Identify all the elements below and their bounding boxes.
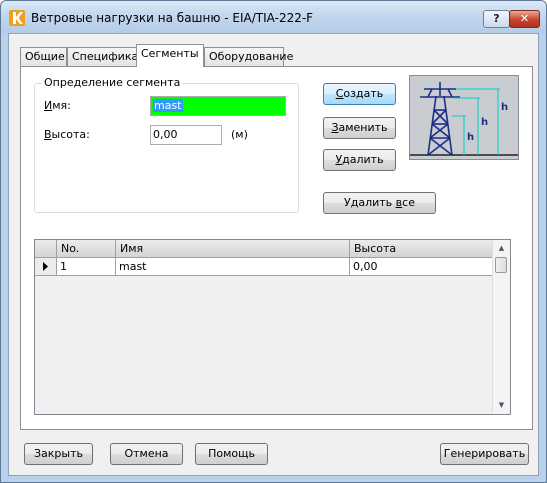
tab-segments[interactable]: Сегменты bbox=[136, 44, 204, 67]
close-icon: ✕ bbox=[519, 12, 530, 25]
scroll-up-icon[interactable]: ▲ bbox=[493, 240, 510, 257]
close-window-button[interactable]: ✕ bbox=[509, 10, 540, 28]
current-row-arrow-icon bbox=[43, 262, 48, 271]
column-header-no[interactable]: No. bbox=[57, 240, 116, 258]
segments-tab-panel: Определение сегмента Имя: mast Высота: 0… bbox=[20, 66, 533, 430]
help-title-button[interactable]: ? bbox=[483, 10, 510, 28]
tower-diagram-drawing: h h h bbox=[410, 76, 518, 159]
delete-button[interactable]: Удалить bbox=[323, 149, 396, 171]
help-button[interactable]: Помощь bbox=[195, 443, 268, 465]
table-cell-no[interactable]: 1 bbox=[57, 258, 116, 276]
table-corner-header bbox=[35, 240, 57, 258]
height-label-inner: h bbox=[467, 132, 474, 143]
title-bar[interactable]: Ветровые нагрузки на башню - EIA/TIA-222… bbox=[1, 1, 546, 33]
generate-button[interactable]: Генерировать bbox=[440, 443, 529, 465]
row-indicator[interactable] bbox=[35, 258, 57, 276]
height-label: Высота: bbox=[44, 128, 90, 141]
create-button[interactable]: Создать bbox=[323, 83, 396, 105]
segment-definition-group: Определение сегмента Имя: mast Высота: 0… bbox=[34, 76, 299, 213]
cancel-button[interactable]: Отмена bbox=[110, 443, 183, 465]
replace-button[interactable]: Заменить bbox=[323, 117, 396, 139]
segment-definition-title: Определение сегмента bbox=[42, 76, 183, 89]
table-cell-name[interactable]: mast bbox=[116, 258, 350, 276]
tab-general[interactable]: Общие bbox=[20, 47, 67, 67]
tower-diagram: h h h bbox=[409, 75, 519, 160]
name-input-value: mast bbox=[153, 99, 183, 112]
name-label: Имя: bbox=[44, 99, 71, 112]
close-button[interactable]: Закрыть bbox=[24, 443, 93, 465]
scroll-down-icon[interactable]: ▼ bbox=[493, 397, 510, 414]
scroll-thumb[interactable] bbox=[495, 257, 507, 273]
dialog-client-area: Общие Специфика Сегменты Оборудование Оп… bbox=[8, 33, 539, 476]
segments-table: No. Имя Высота 1 mast 0,00 ▲ ▼ bbox=[34, 239, 511, 415]
dialog-window: Ветровые нагрузки на башню - EIA/TIA-222… bbox=[0, 0, 547, 483]
tab-specifics[interactable]: Специфика bbox=[67, 47, 138, 67]
app-logo-icon bbox=[9, 10, 25, 26]
window-title: Ветровые нагрузки на башню - EIA/TIA-222… bbox=[31, 11, 314, 25]
height-label-middle: h bbox=[481, 117, 488, 128]
height-label-outer: h bbox=[501, 102, 508, 113]
height-input[interactable]: 0,00 bbox=[150, 125, 222, 145]
column-header-name[interactable]: Имя bbox=[116, 240, 350, 258]
height-unit-label: (м) bbox=[231, 128, 248, 141]
column-header-height[interactable]: Высота bbox=[350, 240, 495, 258]
name-input[interactable]: mast bbox=[150, 96, 286, 116]
tab-equipment[interactable]: Оборудование bbox=[204, 47, 293, 67]
table-vertical-scrollbar[interactable]: ▲ ▼ bbox=[492, 240, 510, 414]
table-cell-height[interactable]: 0,00 bbox=[350, 258, 495, 276]
delete-all-button[interactable]: Удалить все bbox=[323, 192, 436, 214]
